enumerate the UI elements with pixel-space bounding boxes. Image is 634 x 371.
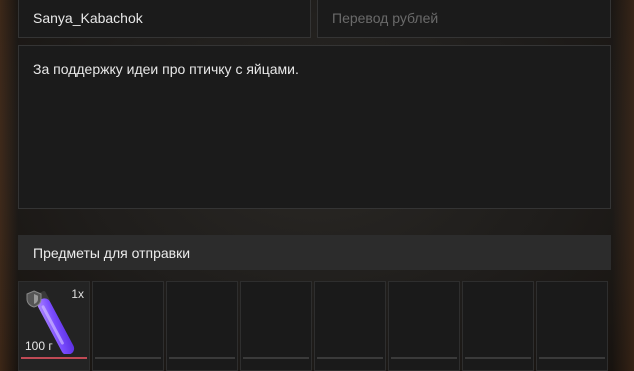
amount-field[interactable] (317, 0, 611, 38)
slot-bar (317, 357, 383, 359)
item-slot-3[interactable] (166, 281, 238, 371)
item-slot-1[interactable]: 1x 100 г (18, 281, 90, 371)
slot-bar (391, 357, 457, 359)
item-weight: 100 г (25, 339, 53, 353)
background-edge-right (612, 0, 634, 371)
slot-selected-bar (21, 357, 87, 359)
slot-bar (243, 357, 309, 359)
items-section-header: Предметы для отправки (18, 235, 611, 270)
item-slot-8[interactable] (536, 281, 608, 371)
slot-bar (539, 357, 605, 359)
message-textarea[interactable]: За поддержку идеи про птичку с яйцами. (19, 46, 610, 208)
nickname-input[interactable] (19, 0, 310, 37)
item-slot-5[interactable] (314, 281, 386, 371)
item-slots: 1x 100 г (18, 281, 611, 371)
item-slot-7[interactable] (462, 281, 534, 371)
items-section-title: Предметы для отправки (33, 244, 191, 261)
slot-bar (95, 357, 161, 359)
message-field[interactable]: За поддержку идеи про птичку с яйцами. (18, 45, 611, 209)
amount-input[interactable] (318, 0, 610, 37)
background-edge-left (0, 0, 18, 371)
shield-icon (26, 290, 42, 308)
item-slot-4[interactable] (240, 281, 312, 371)
nickname-field[interactable] (18, 0, 311, 38)
item-quantity: 1x (71, 287, 84, 301)
slot-bar (465, 357, 531, 359)
item-slot-2[interactable] (92, 281, 164, 371)
slot-bar (169, 357, 235, 359)
item-slot-6[interactable] (388, 281, 460, 371)
